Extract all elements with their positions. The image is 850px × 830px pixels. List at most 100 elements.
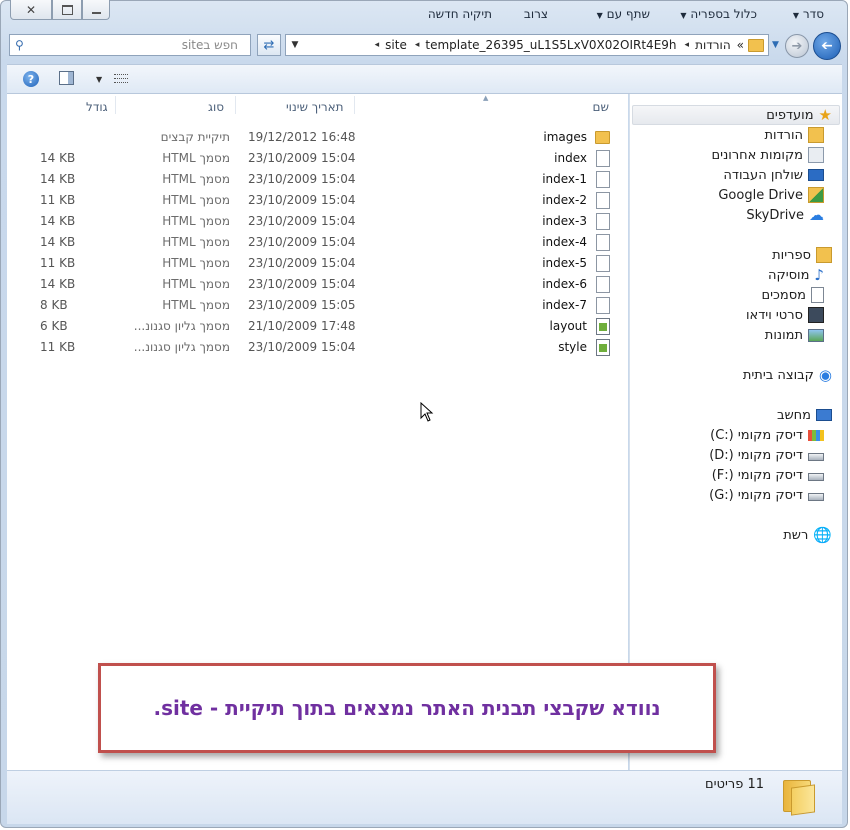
address-overflow[interactable]: « <box>737 38 744 52</box>
recent-pages-dropdown-icon[interactable]: ▼ <box>772 40 779 50</box>
homegroup-icon: ◉ <box>818 366 832 384</box>
file-type: מסמך גליון סגנונ... <box>133 319 230 333</box>
nav-item-drive-f[interactable]: דיסק מקומי (:F) <box>712 465 824 485</box>
file-size: 14 KB <box>40 214 76 228</box>
column-divider[interactable] <box>235 96 236 114</box>
nav-computer[interactable]: מחשב <box>777 405 832 425</box>
organize-menu[interactable]: סדר ▼ <box>793 7 824 21</box>
nav-homegroup[interactable]: ◉ קבוצה ביתית <box>743 365 832 385</box>
file-name: index-7 <box>542 298 587 312</box>
nav-favorites[interactable]: ★ מועדפים <box>766 105 832 125</box>
restore-button[interactable] <box>52 0 82 20</box>
chevron-down-icon: ▼ <box>680 11 687 20</box>
file-size: 14 KB <box>40 235 76 249</box>
nav-item-drive-g[interactable]: דיסק מקומי (:G) <box>709 485 824 505</box>
address-segment-downloads[interactable]: הורדות <box>695 38 731 52</box>
preview-pane-icon <box>68 72 73 84</box>
nav-item-videos[interactable]: סרטי וידאו <box>746 305 824 325</box>
nav-item-skydrive[interactable]: ☁ SkyDrive <box>746 205 824 225</box>
column-header-date[interactable]: תאריך שינוי <box>286 100 344 114</box>
document-icon <box>596 234 610 251</box>
file-row[interactable]: layout 21/10/2009 17:48 מסמך גליון סגנונ..… <box>30 316 615 337</box>
address-separator-icon: ◂ <box>684 40 690 50</box>
command-bar <box>7 64 842 94</box>
column-header-name[interactable]: שם <box>593 100 609 114</box>
back-button[interactable]: ➔ <box>813 32 841 60</box>
file-size: 11 KB <box>40 340 76 354</box>
address-bar[interactable]: ▼ ◂ site ◂ template_26395_uL1S5LxV0X02OI… <box>285 34 769 56</box>
sort-ascending-icon: ▲ <box>483 94 489 102</box>
file-row[interactable]: index-5 23/10/2009 15:04 מסמך HTML 11 KB <box>30 253 615 274</box>
file-row[interactable]: index 23/10/2009 15:04 מסמך HTML 14 KB <box>30 148 615 169</box>
view-dropdown-icon[interactable]: ▼ <box>96 75 102 84</box>
nav-item-downloads[interactable]: הורדות <box>764 125 824 145</box>
file-name: index-4 <box>542 235 587 249</box>
file-type: מסמך HTML <box>162 277 230 291</box>
file-type: מסמך HTML <box>162 172 230 186</box>
nav-item-desktop[interactable]: שולחן העבודה <box>723 165 824 185</box>
music-note-icon: ♪ <box>814 266 824 284</box>
column-header-size[interactable]: גודל <box>86 100 108 114</box>
file-row[interactable]: style 23/10/2009 15:04 מסמך גליון סגנונ...… <box>30 337 615 358</box>
nav-item-label: הורדות <box>764 127 803 143</box>
skydrive-cloud-icon: ☁ <box>809 206 824 224</box>
file-row[interactable]: index-1 23/10/2009 15:04 מסמך HTML 14 KB <box>30 169 615 190</box>
file-row[interactable]: index-4 23/10/2009 15:04 מסמך HTML 14 KB <box>30 232 615 253</box>
chevron-down-icon: ▼ <box>596 11 603 20</box>
file-row[interactable]: index-3 23/10/2009 15:04 מסמך HTML 14 KB <box>30 211 615 232</box>
folder-icon <box>595 131 610 144</box>
file-size: 6 KB <box>40 319 68 333</box>
address-dropdown-icon[interactable]: ▼ <box>286 40 304 50</box>
nav-libraries[interactable]: ספריות <box>772 245 832 265</box>
nav-item-drive-c[interactable]: דיסק מקומי (:C) <box>710 425 824 445</box>
nav-item-pictures[interactable]: תמונות <box>765 325 824 345</box>
forward-button[interactable]: ➔ <box>785 34 809 58</box>
nav-item-music[interactable]: ♪ מוסיקה <box>768 265 824 285</box>
view-options-icon[interactable] <box>113 72 129 86</box>
file-row[interactable]: index-2 23/10/2009 15:04 מסמך HTML 11 KB <box>30 190 615 211</box>
minimize-button[interactable] <box>82 0 110 20</box>
file-date: 21/10/2009 17:48 <box>248 319 356 333</box>
column-divider[interactable] <box>354 96 355 114</box>
document-icon <box>596 213 610 230</box>
hard-drive-icon <box>808 493 824 501</box>
nav-item-drive-d[interactable]: דיסק מקומי (:D) <box>709 445 824 465</box>
address-segment-template[interactable]: template_26395_uL1S5LxV0X02OIRt4E9h <box>425 38 676 52</box>
preview-pane-button[interactable] <box>59 71 74 85</box>
file-date: 23/10/2009 15:04 <box>248 172 356 186</box>
file-row[interactable]: index-7 23/10/2009 15:05 מסמך HTML 8 KB <box>30 295 615 316</box>
burn-button[interactable]: צרוב <box>524 7 548 21</box>
column-divider[interactable] <box>115 96 116 114</box>
callout-text: נוודא שקבצי תבנית האתר נמצאים בתוך תיקיי… <box>153 696 661 720</box>
nav-item-google-drive[interactable]: Google Drive <box>718 185 824 205</box>
share-with-menu[interactable]: שתף עם ▼ <box>597 7 650 21</box>
nav-item-label: מסמכים <box>761 287 806 303</box>
nav-network[interactable]: 🌐 רשת <box>783 525 832 545</box>
file-type: מסמך HTML <box>162 235 230 249</box>
search-input[interactable]: ⚲ חפש בsite <box>9 34 251 56</box>
file-date: 23/10/2009 15:04 <box>248 277 356 291</box>
refresh-button[interactable]: ⇄ <box>257 34 281 56</box>
close-button[interactable]: ✕ <box>10 0 52 20</box>
nav-item-documents[interactable]: מסמכים <box>761 285 824 305</box>
nav-homegroup-label: קבוצה ביתית <box>742 367 814 383</box>
star-icon: ★ <box>818 106 832 124</box>
nav-item-label: SkyDrive <box>746 207 804 223</box>
organize-label: סדר <box>802 7 824 21</box>
windows-drive-icon <box>808 429 824 441</box>
network-globe-icon: 🌐 <box>813 526 832 544</box>
include-in-library-menu[interactable]: כלול בספריה ▼ <box>680 7 757 21</box>
column-header-type[interactable]: סוג <box>208 100 224 114</box>
help-button[interactable]: ? <box>23 71 39 87</box>
document-icon <box>596 171 610 188</box>
file-type: מסמך HTML <box>162 151 230 165</box>
nav-item-label: דיסק מקומי (:D) <box>709 447 803 463</box>
nav-item-recent-places[interactable]: מקומות אחרונים <box>712 145 824 165</box>
nav-item-label: דיסק מקומי (:G) <box>709 487 803 503</box>
file-row[interactable]: index-6 23/10/2009 15:04 מסמך HTML 14 KB <box>30 274 615 295</box>
new-folder-button[interactable]: תיקיה חדשה <box>428 7 492 21</box>
address-segment-site[interactable]: site <box>385 38 407 52</box>
file-name: index-3 <box>542 214 587 228</box>
file-row[interactable]: images 19/12/2012 16:48 תיקיית קבצים <box>30 127 615 148</box>
stylesheet-icon <box>596 318 610 335</box>
